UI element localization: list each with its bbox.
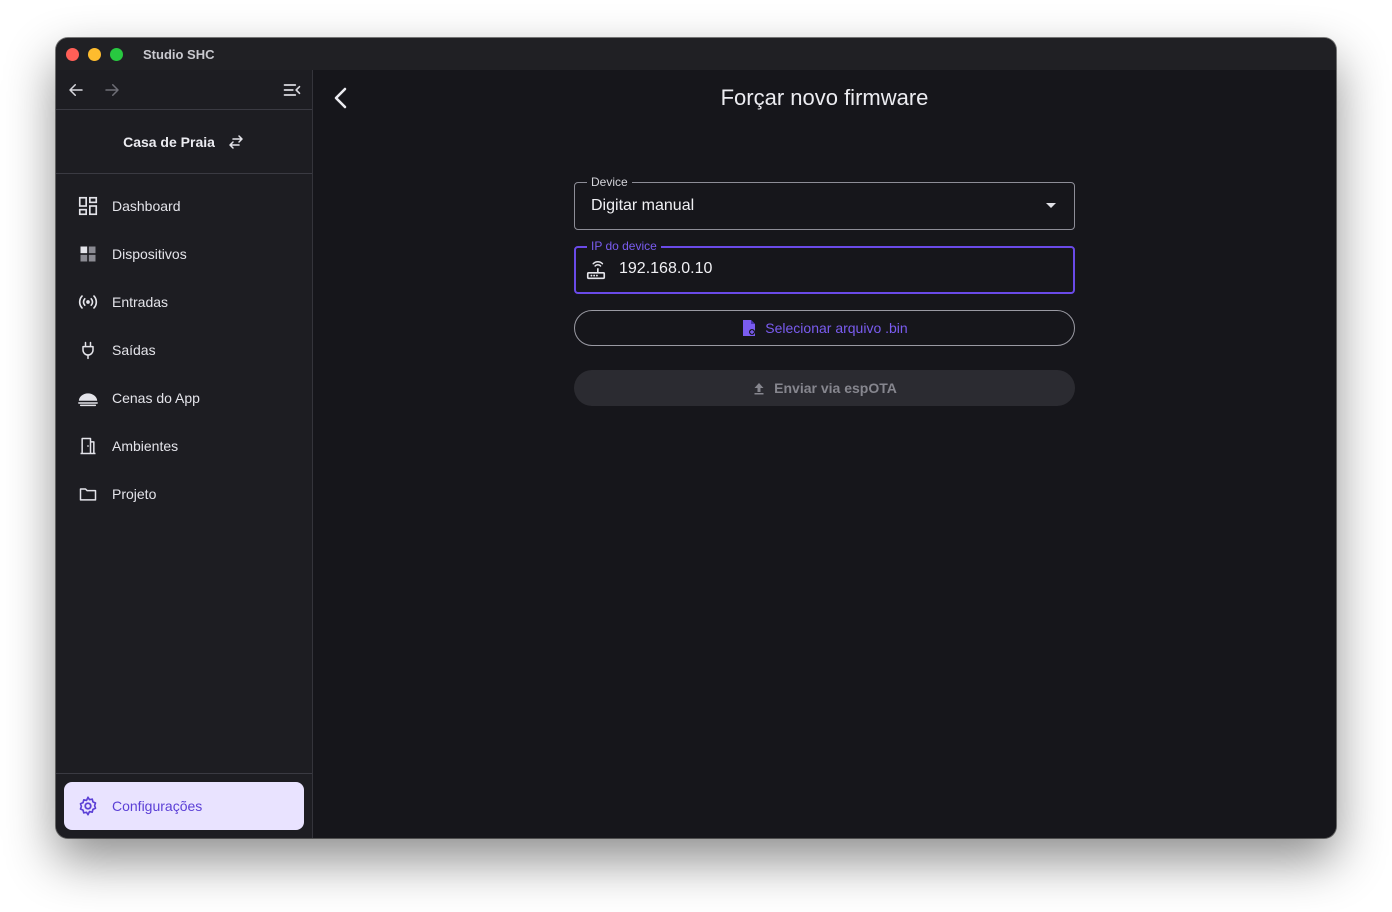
file-icon [743,320,756,336]
send-espota-button[interactable]: Enviar via espOTA [574,370,1075,406]
sidebar-item-cenas[interactable]: Cenas do App [56,374,312,422]
folder-icon [76,482,100,506]
sidebar-divider [56,773,312,774]
ip-label: IP do device [587,239,661,253]
cloud-icon [76,386,100,410]
router-icon [585,260,607,282]
swap-icon [229,134,243,149]
select-bin-label: Selecionar arquivo .bin [765,320,908,336]
sidebar-item-dispositivos[interactable]: Dispositivos [56,230,312,278]
back-nav-button[interactable] [66,80,86,100]
sidebar-item-label: Entradas [112,294,169,310]
sidebar-item-saidas[interactable]: Saídas [56,326,312,374]
signal-icon [76,290,100,314]
sidebar-item-configuracoes[interactable]: Configurações [64,782,304,830]
arrow-left-icon [69,83,83,96]
sidebar-item-label: Dispositivos [112,246,187,262]
main-content: Forçar novo firmware Device Digitar manu… [313,70,1336,838]
sidebar-item-label: Saídas [112,342,156,358]
sidebar-item-label: Dashboard [112,198,181,214]
window-title: Studio SHC [143,46,215,62]
sidebar-item-label: Ambientes [112,438,179,454]
arrow-right-icon [105,83,119,96]
plug-icon [76,338,100,362]
devices-grid-icon [76,242,100,266]
zoom-window-button[interactable] [110,47,123,61]
title-bar: Studio SHC [56,38,1336,70]
select-bin-button[interactable]: Selecionar arquivo .bin [574,310,1075,346]
window-controls [66,47,123,61]
device-value: Digitar manual [591,197,695,214]
sidebar-item-label: Cenas do App [112,390,200,406]
minimize-window-button[interactable] [88,47,101,61]
house-name: Casa de Praia [123,133,215,150]
gear-icon [76,794,100,818]
send-espota-label: Enviar via espOTA [774,380,897,396]
sidebar-menu: Dashboard Dispositivos Entradas Saídas C… [56,174,312,518]
forward-nav-button[interactable] [102,80,122,100]
close-window-button[interactable] [66,47,79,61]
settings-label: Configurações [112,798,203,814]
ip-value: 192.168.0.10 [619,260,713,277]
house-selector[interactable]: Casa de Praia [56,110,312,174]
sidebar-item-entradas[interactable]: Entradas [56,278,312,326]
collapse-sidebar-button[interactable] [282,80,302,100]
ip-field[interactable]: IP do device 192.168.0.10 [574,239,1075,294]
nav-arrows [56,70,312,110]
app-window: Studio SHC Casa de Praia Dashboard Dispo… [56,38,1336,838]
device-label: Device [587,175,632,189]
menu-collapse-icon [283,84,301,96]
sidebar-item-projeto[interactable]: Projeto [56,470,312,518]
device-select[interactable]: Device Digitar manual [574,175,1075,230]
sidebar: Casa de Praia Dashboard Dispositivos Ent… [56,70,313,838]
caret-down-icon [1046,203,1056,208]
page-title: Forçar novo firmware [720,85,929,110]
dashboard-icon [76,194,100,218]
door-icon [76,434,100,458]
upload-icon [754,383,764,395]
sidebar-item-ambientes[interactable]: Ambientes [56,422,312,470]
sidebar-item-dashboard[interactable]: Dashboard [56,182,312,230]
sidebar-item-label: Projeto [112,486,157,502]
